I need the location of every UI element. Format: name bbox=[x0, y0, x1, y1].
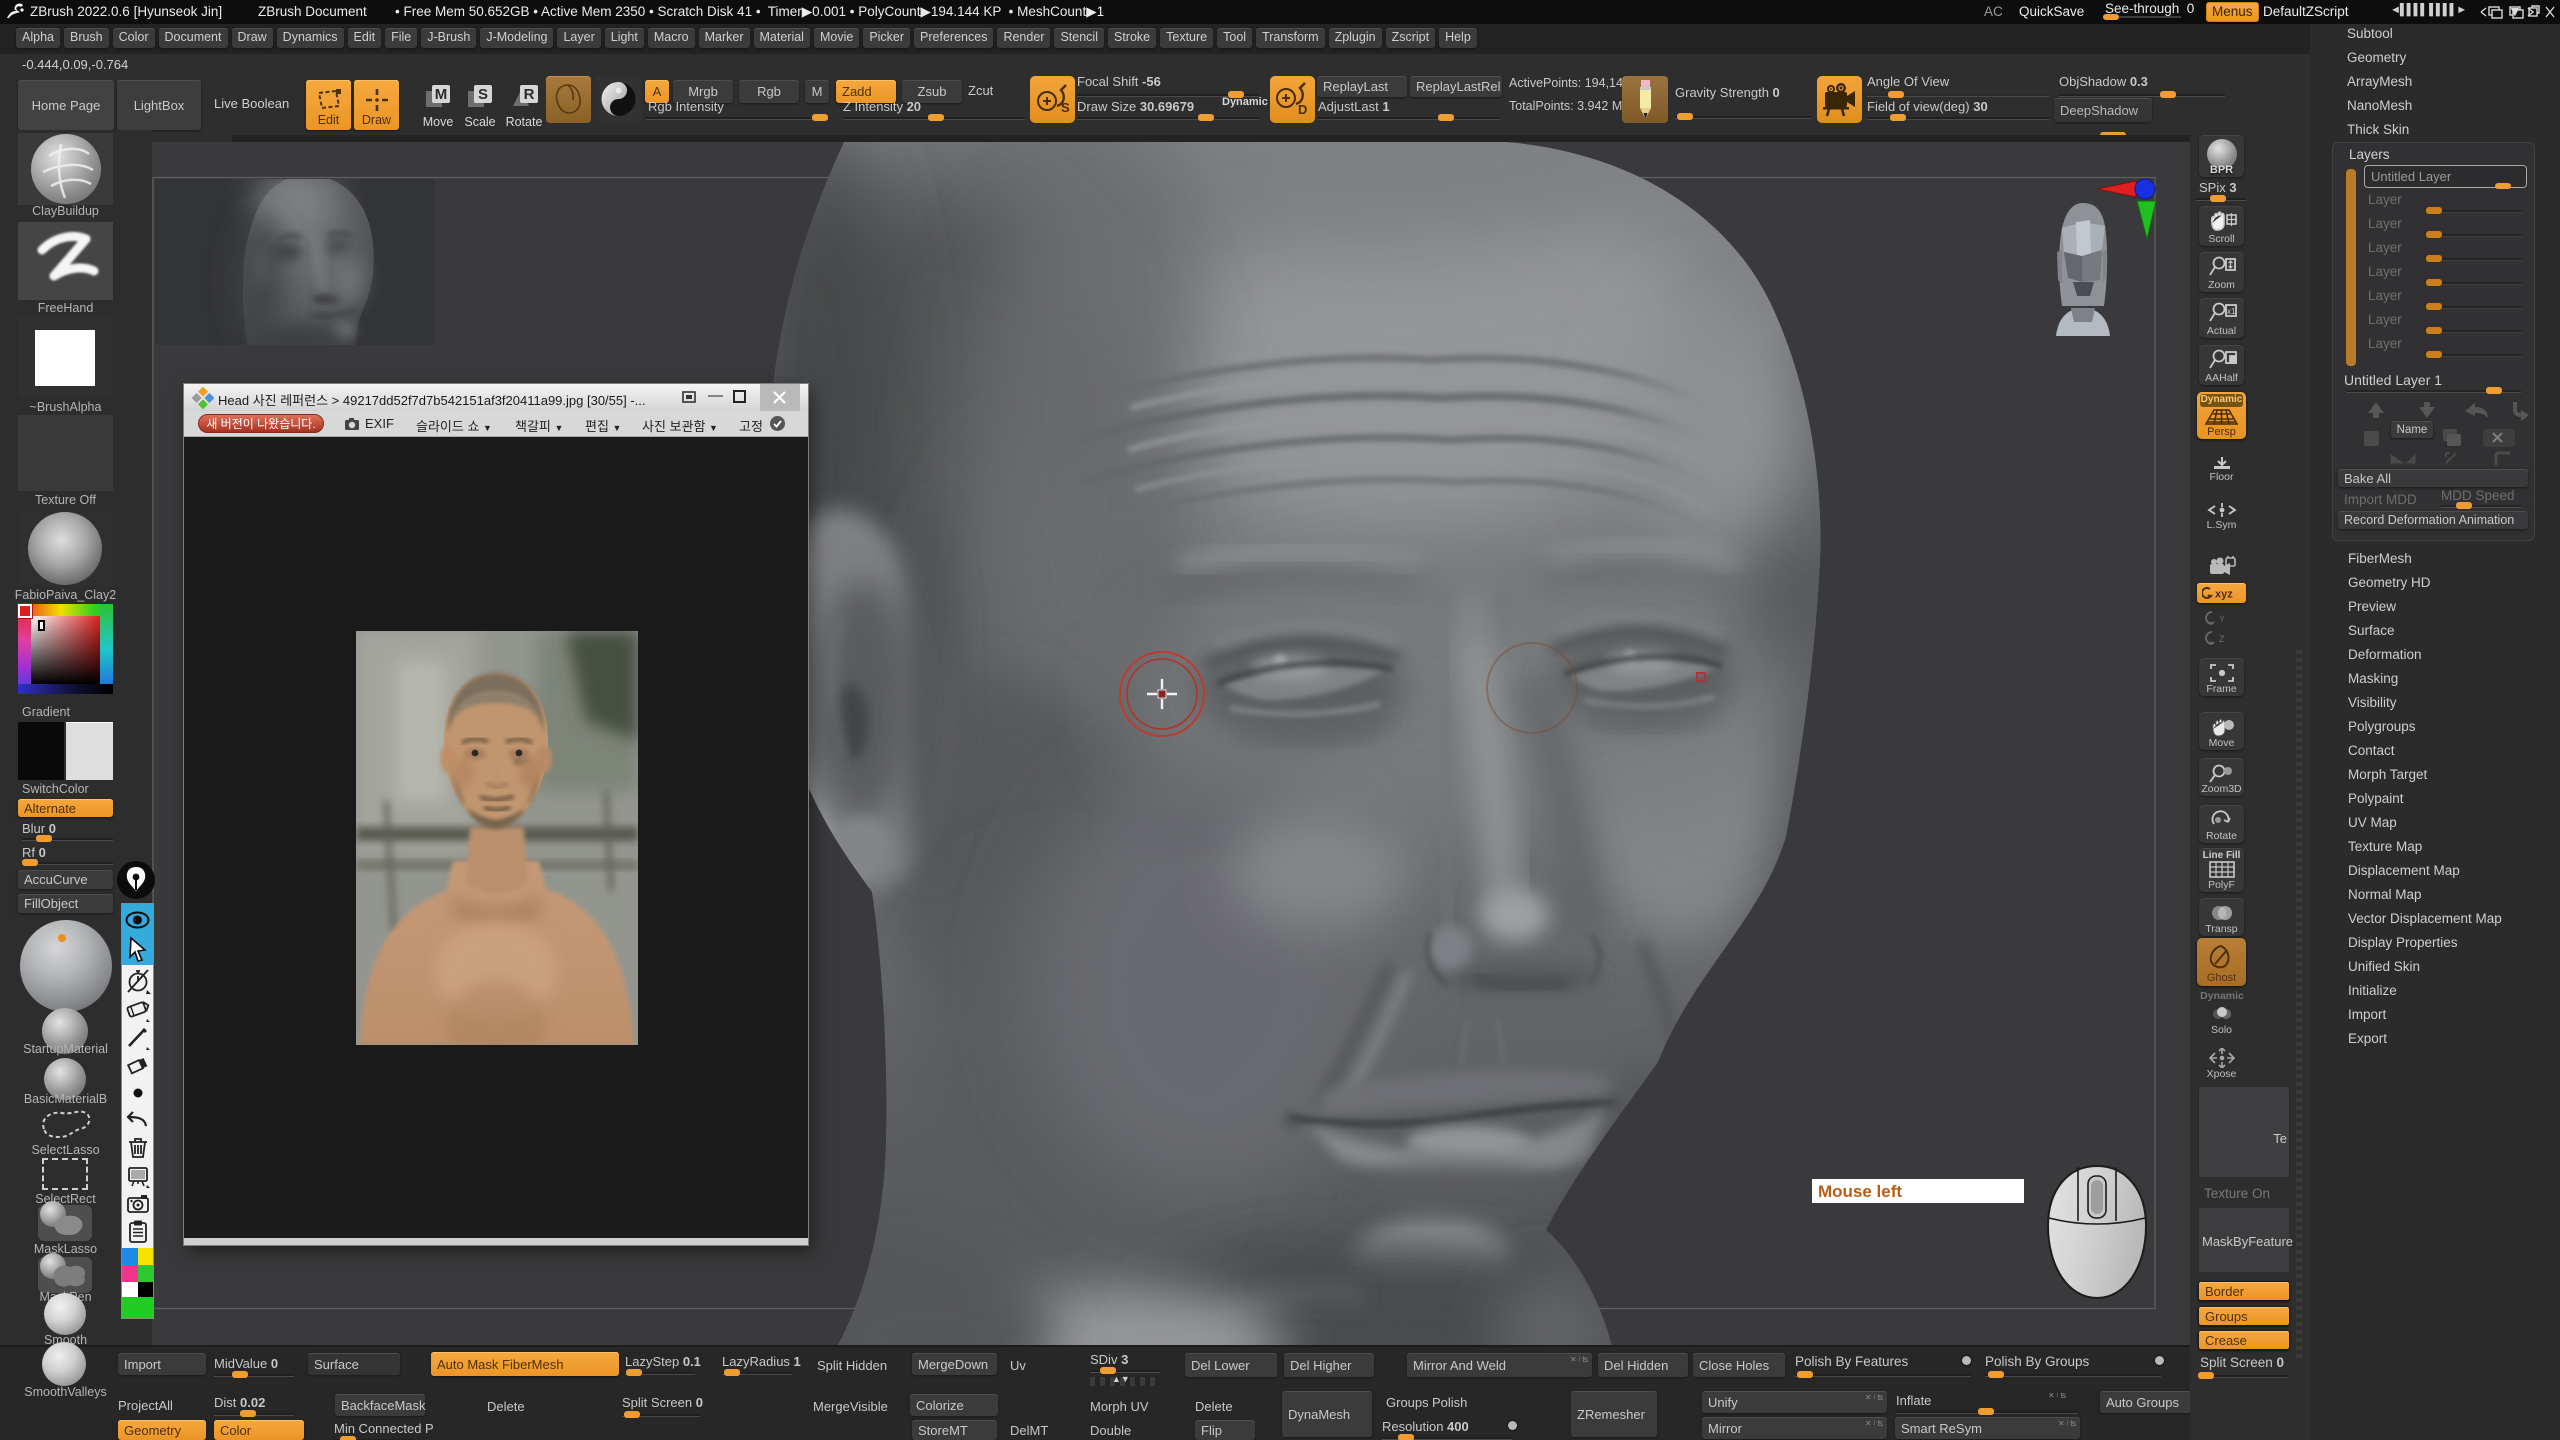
svg-text:S: S bbox=[478, 86, 488, 103]
svg-text:R: R bbox=[524, 86, 535, 103]
svg-text:x1: x1 bbox=[2227, 307, 2236, 316]
svg-text:Z: Z bbox=[2219, 634, 2225, 644]
svg-text:S: S bbox=[1061, 100, 1070, 115]
svg-text:D: D bbox=[1298, 102, 1307, 117]
svg-text:Mouse left: Mouse left bbox=[1818, 1182, 1902, 1201]
svg-text:Y: Y bbox=[2219, 614, 2225, 624]
svg-text:M: M bbox=[435, 86, 448, 103]
svg-text:xyz: xyz bbox=[2215, 589, 2233, 601]
